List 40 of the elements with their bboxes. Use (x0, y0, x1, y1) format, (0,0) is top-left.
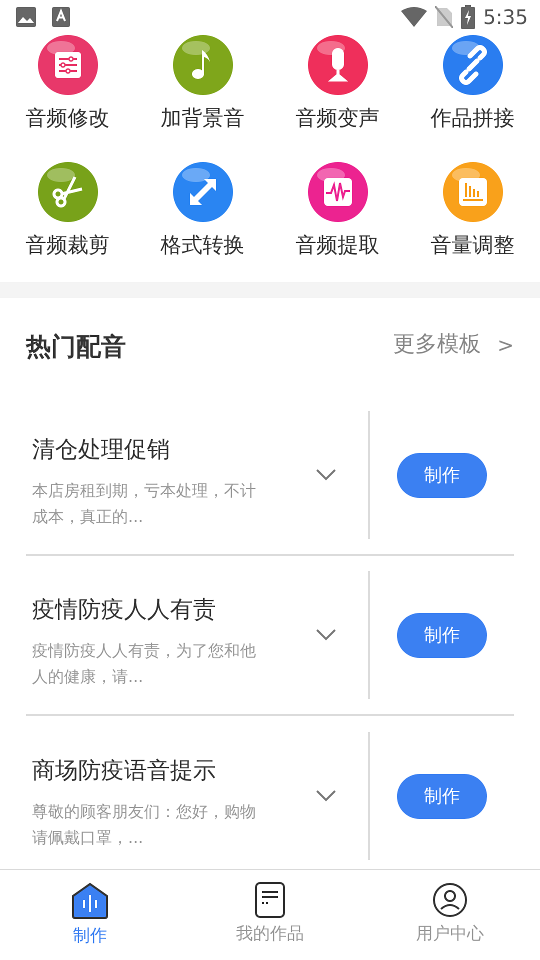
user-icon (432, 882, 468, 918)
make-button[interactable]: 制作 (397, 612, 487, 658)
template-summary: 本店房租到期，亏本处理，不计成本，真正的... (32, 480, 257, 528)
tool-button[interactable]: 音频裁剪 (0, 161, 135, 258)
more-templates-link[interactable]: 更多模板 > (393, 328, 514, 362)
wifi-icon (401, 7, 428, 27)
image-icon (16, 7, 36, 27)
tool-button[interactable]: 作品拼接 (405, 34, 540, 132)
tool-button[interactable]: 音量调整 (405, 161, 540, 258)
tool-button[interactable]: 音频修改 (0, 34, 135, 132)
template-title: 商场防疫语音提示 (32, 757, 217, 786)
note-icon (172, 34, 234, 96)
chevron-down-icon[interactable] (316, 629, 336, 642)
tool-button[interactable]: 音频变声 (270, 34, 405, 132)
nav-tab[interactable]: 制作 (0, 870, 180, 960)
font-icon (52, 7, 70, 27)
tool-button[interactable]: 加背景音 (135, 34, 270, 132)
scissors-icon (36, 161, 98, 224)
tool-button[interactable]: 音频提取 (270, 161, 405, 258)
bars-icon (442, 161, 504, 224)
make-button[interactable]: 制作 (397, 452, 487, 498)
home-icon (71, 882, 109, 920)
template-summary: 尊敬的顾客朋友们：您好，购物请佩戴口罩，... (32, 800, 257, 850)
template-title: 清仓处理促销 (32, 436, 171, 466)
chevron-down-icon[interactable] (316, 469, 336, 482)
sliders-icon (36, 34, 98, 96)
wave-icon (306, 161, 368, 224)
template-summary: 疫情防疫人人有责，为了您和他人的健康，请... (32, 640, 257, 688)
clock-text: 5:35 (483, 4, 528, 31)
no-sim-icon (435, 6, 454, 28)
tool-button[interactable]: 格式转换 (135, 161, 270, 258)
mic-icon (306, 34, 368, 96)
section-title: 热门配音 (26, 331, 126, 364)
chevron-down-icon[interactable] (316, 790, 336, 802)
document-icon (255, 882, 285, 918)
battery-icon (461, 5, 476, 29)
template-title: 疫情防疫人人有责 (32, 596, 217, 626)
convert-icon (172, 161, 234, 224)
link-icon (442, 34, 504, 96)
make-button[interactable]: 制作 (397, 774, 487, 819)
